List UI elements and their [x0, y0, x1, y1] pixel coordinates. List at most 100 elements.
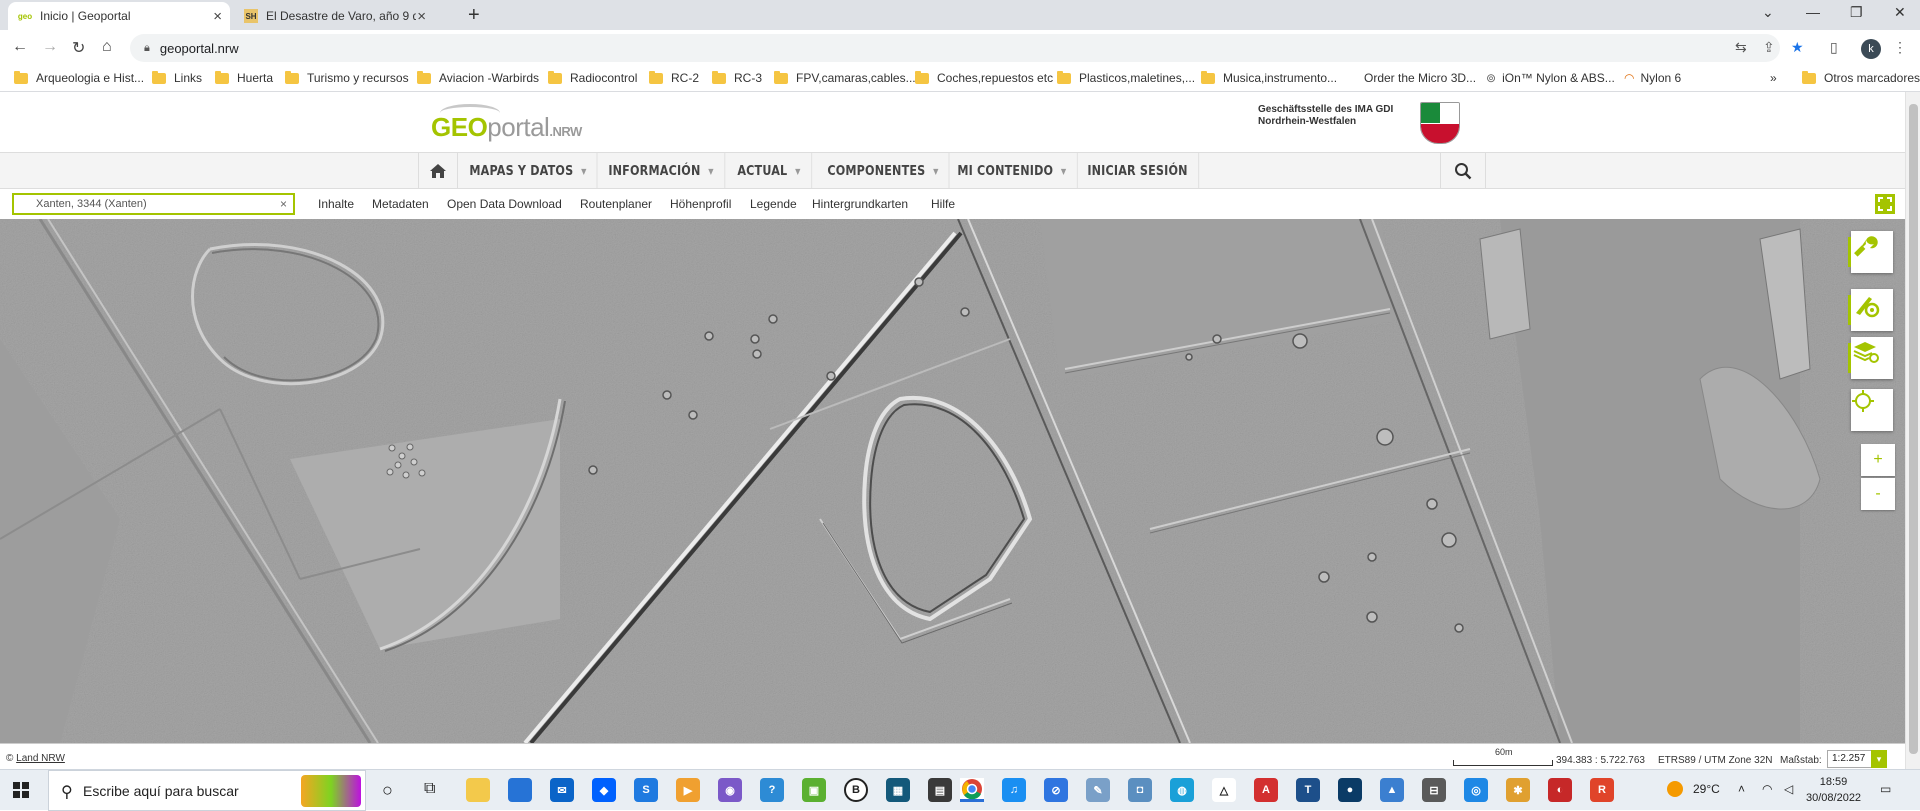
bookmark-item[interactable]: Order the Micro 3D...: [1364, 71, 1476, 85]
bookmarks-overflow-button[interactable]: »: [1770, 71, 1777, 85]
tray-chevron-icon[interactable]: ˄: [1738, 782, 1745, 796]
close-tab-icon[interactable]: ×: [213, 8, 222, 25]
file-explorer-icon[interactable]: [466, 778, 490, 802]
link-open-data-download[interactable]: Open Data Download: [447, 197, 562, 211]
bookmark-item[interactable]: Links: [152, 70, 202, 85]
bookmark-item[interactable]: Radiocontrol: [548, 70, 637, 85]
tab-geoportal[interactable]: geo Inicio | Geoportal ×: [8, 2, 230, 30]
link-legende[interactable]: Legende: [750, 197, 797, 211]
app-globe-icon[interactable]: ◍: [1170, 778, 1194, 802]
mail-icon[interactable]: ✉: [550, 778, 574, 802]
forward-icon[interactable]: →: [42, 38, 58, 56]
bookmark-item[interactable]: Huerta: [215, 70, 273, 85]
bookmark-item[interactable]: Coches,repuestos etc: [915, 70, 1053, 85]
notifications-icon[interactable]: ▭: [1880, 782, 1891, 796]
nav-search-button[interactable]: [1440, 153, 1486, 189]
bookmark-item[interactable]: FPV,camaras,cables...: [774, 70, 916, 85]
app-circle-icon[interactable]: ●: [1338, 778, 1362, 802]
close-window-icon[interactable]: ✕: [1894, 4, 1906, 21]
app-green-icon[interactable]: ▣: [802, 778, 826, 802]
restore-icon[interactable]: ❐: [1850, 4, 1863, 21]
media-icon[interactable]: ▶: [676, 778, 700, 802]
link-metadaten[interactable]: Metadaten: [372, 197, 429, 211]
nav-informacion[interactable]: INFORMACIÓN ▼: [598, 153, 725, 189]
address-bar[interactable]: 🔒︎ geoportal.nrw: [130, 34, 1780, 62]
nav-iniciar-sesion[interactable]: INICIAR SESIÓN: [1077, 153, 1199, 189]
volume-icon[interactable]: ◁: [1784, 782, 1793, 796]
side-panel-icon[interactable]: ▯: [1830, 39, 1838, 56]
clear-search-icon[interactable]: ×: [280, 197, 287, 211]
layer-settings-button[interactable]: [1848, 337, 1893, 379]
fullscreen-button[interactable]: [1875, 194, 1895, 214]
app-feather-icon[interactable]: ✎: [1086, 778, 1110, 802]
app-router-icon[interactable]: ⊟: [1422, 778, 1446, 802]
taskbar-clock[interactable]: 18:59 30/08/2022: [1806, 774, 1861, 806]
app-s-icon[interactable]: S: [634, 778, 658, 802]
scroll-thumb[interactable]: [1909, 104, 1918, 754]
link-hoehenprofil[interactable]: Höhenprofil: [670, 197, 731, 211]
app-t-icon[interactable]: T: [1296, 778, 1320, 802]
bookmark-item[interactable]: RC-2: [649, 70, 699, 85]
bookmark-item[interactable]: Plasticos,maletines,...: [1057, 70, 1195, 85]
app-grid-icon[interactable]: ▦: [886, 778, 910, 802]
link-routenplaner[interactable]: Routenplaner: [580, 197, 652, 211]
bookmark-star-icon[interactable]: ★: [1791, 39, 1804, 56]
nav-componentes[interactable]: COMPONENTES ▼: [817, 153, 950, 189]
nav-home-button[interactable]: [418, 153, 458, 189]
taskbar-search-input[interactable]: ⚲ Escribe aquí para buscar: [48, 770, 366, 811]
link-hintergrundkarten[interactable]: Hintergrundkarten: [812, 197, 908, 211]
chrome-icon[interactable]: [960, 778, 984, 802]
profile-avatar[interactable]: k: [1861, 39, 1881, 59]
cortana-icon[interactable]: ○: [382, 780, 393, 801]
nav-actual[interactable]: ACTUAL ▼: [727, 153, 812, 189]
minimize-icon[interactable]: —: [1806, 4, 1820, 20]
app-swirl-icon[interactable]: ◎: [1464, 778, 1488, 802]
bookmark-item[interactable]: Turismo y recursos: [285, 70, 409, 85]
bookmark-item[interactable]: Arqueologia e Hist...: [14, 70, 144, 85]
help-icon[interactable]: ?: [760, 778, 784, 802]
nav-mapas-y-datos[interactable]: MAPAS Y DATOS ▼: [459, 153, 598, 189]
reload-icon[interactable]: ↻: [72, 38, 85, 58]
dropbox-icon[interactable]: ◆: [592, 778, 616, 802]
map-canvas[interactable]: + -: [0, 219, 1905, 743]
other-bookmarks[interactable]: Otros marcadores: [1802, 70, 1920, 85]
share-icon[interactable]: ⇪: [1763, 39, 1775, 56]
copyright-link[interactable]: Land NRW: [16, 753, 65, 764]
app-photo-icon[interactable]: ▲: [1380, 778, 1404, 802]
zoom-out-button[interactable]: -: [1861, 478, 1895, 510]
app-triangle-icon[interactable]: △: [1212, 778, 1236, 802]
music-icon[interactable]: ♫: [1002, 778, 1026, 802]
bookmark-item[interactable]: ⊚ iOn™ Nylon & ABS...: [1486, 71, 1615, 85]
link-hilfe[interactable]: Hilfe: [931, 197, 955, 211]
locate-me-button[interactable]: [1851, 389, 1893, 431]
tab-desastre-de-varo[interactable]: SH El Desastre de Varo, año 9 d.C – ×: [234, 2, 434, 30]
app-b-icon[interactable]: B: [844, 778, 868, 802]
place-search-input[interactable]: Xanten, 3344 (Xanten) ×: [12, 193, 295, 215]
tab-search-chevron-icon[interactable]: ⌄: [1762, 4, 1774, 21]
link-inhalte[interactable]: Inhalte: [318, 197, 354, 211]
edit-settings-button[interactable]: [1848, 289, 1893, 331]
chevron-down-icon[interactable]: ▾: [1871, 750, 1887, 768]
translate-icon[interactable]: ⇆: [1735, 39, 1747, 56]
acrobat-icon[interactable]: A: [1254, 778, 1278, 802]
bookmark-item[interactable]: RC-3: [712, 70, 762, 85]
app-record-icon[interactable]: ◐: [1548, 778, 1572, 802]
bookmark-item[interactable]: Aviacion -Warbirds: [417, 70, 539, 85]
new-tab-icon[interactable]: +: [468, 4, 480, 27]
app-purple-icon[interactable]: ◉: [718, 778, 742, 802]
task-view-icon[interactable]: ⧉: [424, 780, 435, 798]
app-film-icon[interactable]: ▤: [928, 778, 952, 802]
back-icon[interactable]: ←: [12, 38, 28, 56]
wifi-icon[interactable]: ◠: [1762, 782, 1772, 796]
bookmark-item[interactable]: Musica,instrumento...: [1201, 70, 1337, 85]
app-slash-icon[interactable]: ⊘: [1044, 778, 1068, 802]
page-scrollbar[interactable]: [1905, 92, 1920, 769]
store-icon[interactable]: [508, 778, 532, 802]
app-r-icon[interactable]: R: [1590, 778, 1614, 802]
tools-button[interactable]: [1848, 231, 1893, 273]
menu-kebab-icon[interactable]: ⋮: [1893, 39, 1907, 56]
crs-label[interactable]: ETRS89 / UTM Zone 32N: [1658, 755, 1772, 766]
bookmark-item[interactable]: ◠ Nylon 6: [1624, 71, 1681, 85]
nav-mi-contenido[interactable]: MI CONTENIDO ▼: [947, 153, 1078, 189]
home-icon[interactable]: ⌂: [102, 38, 112, 56]
